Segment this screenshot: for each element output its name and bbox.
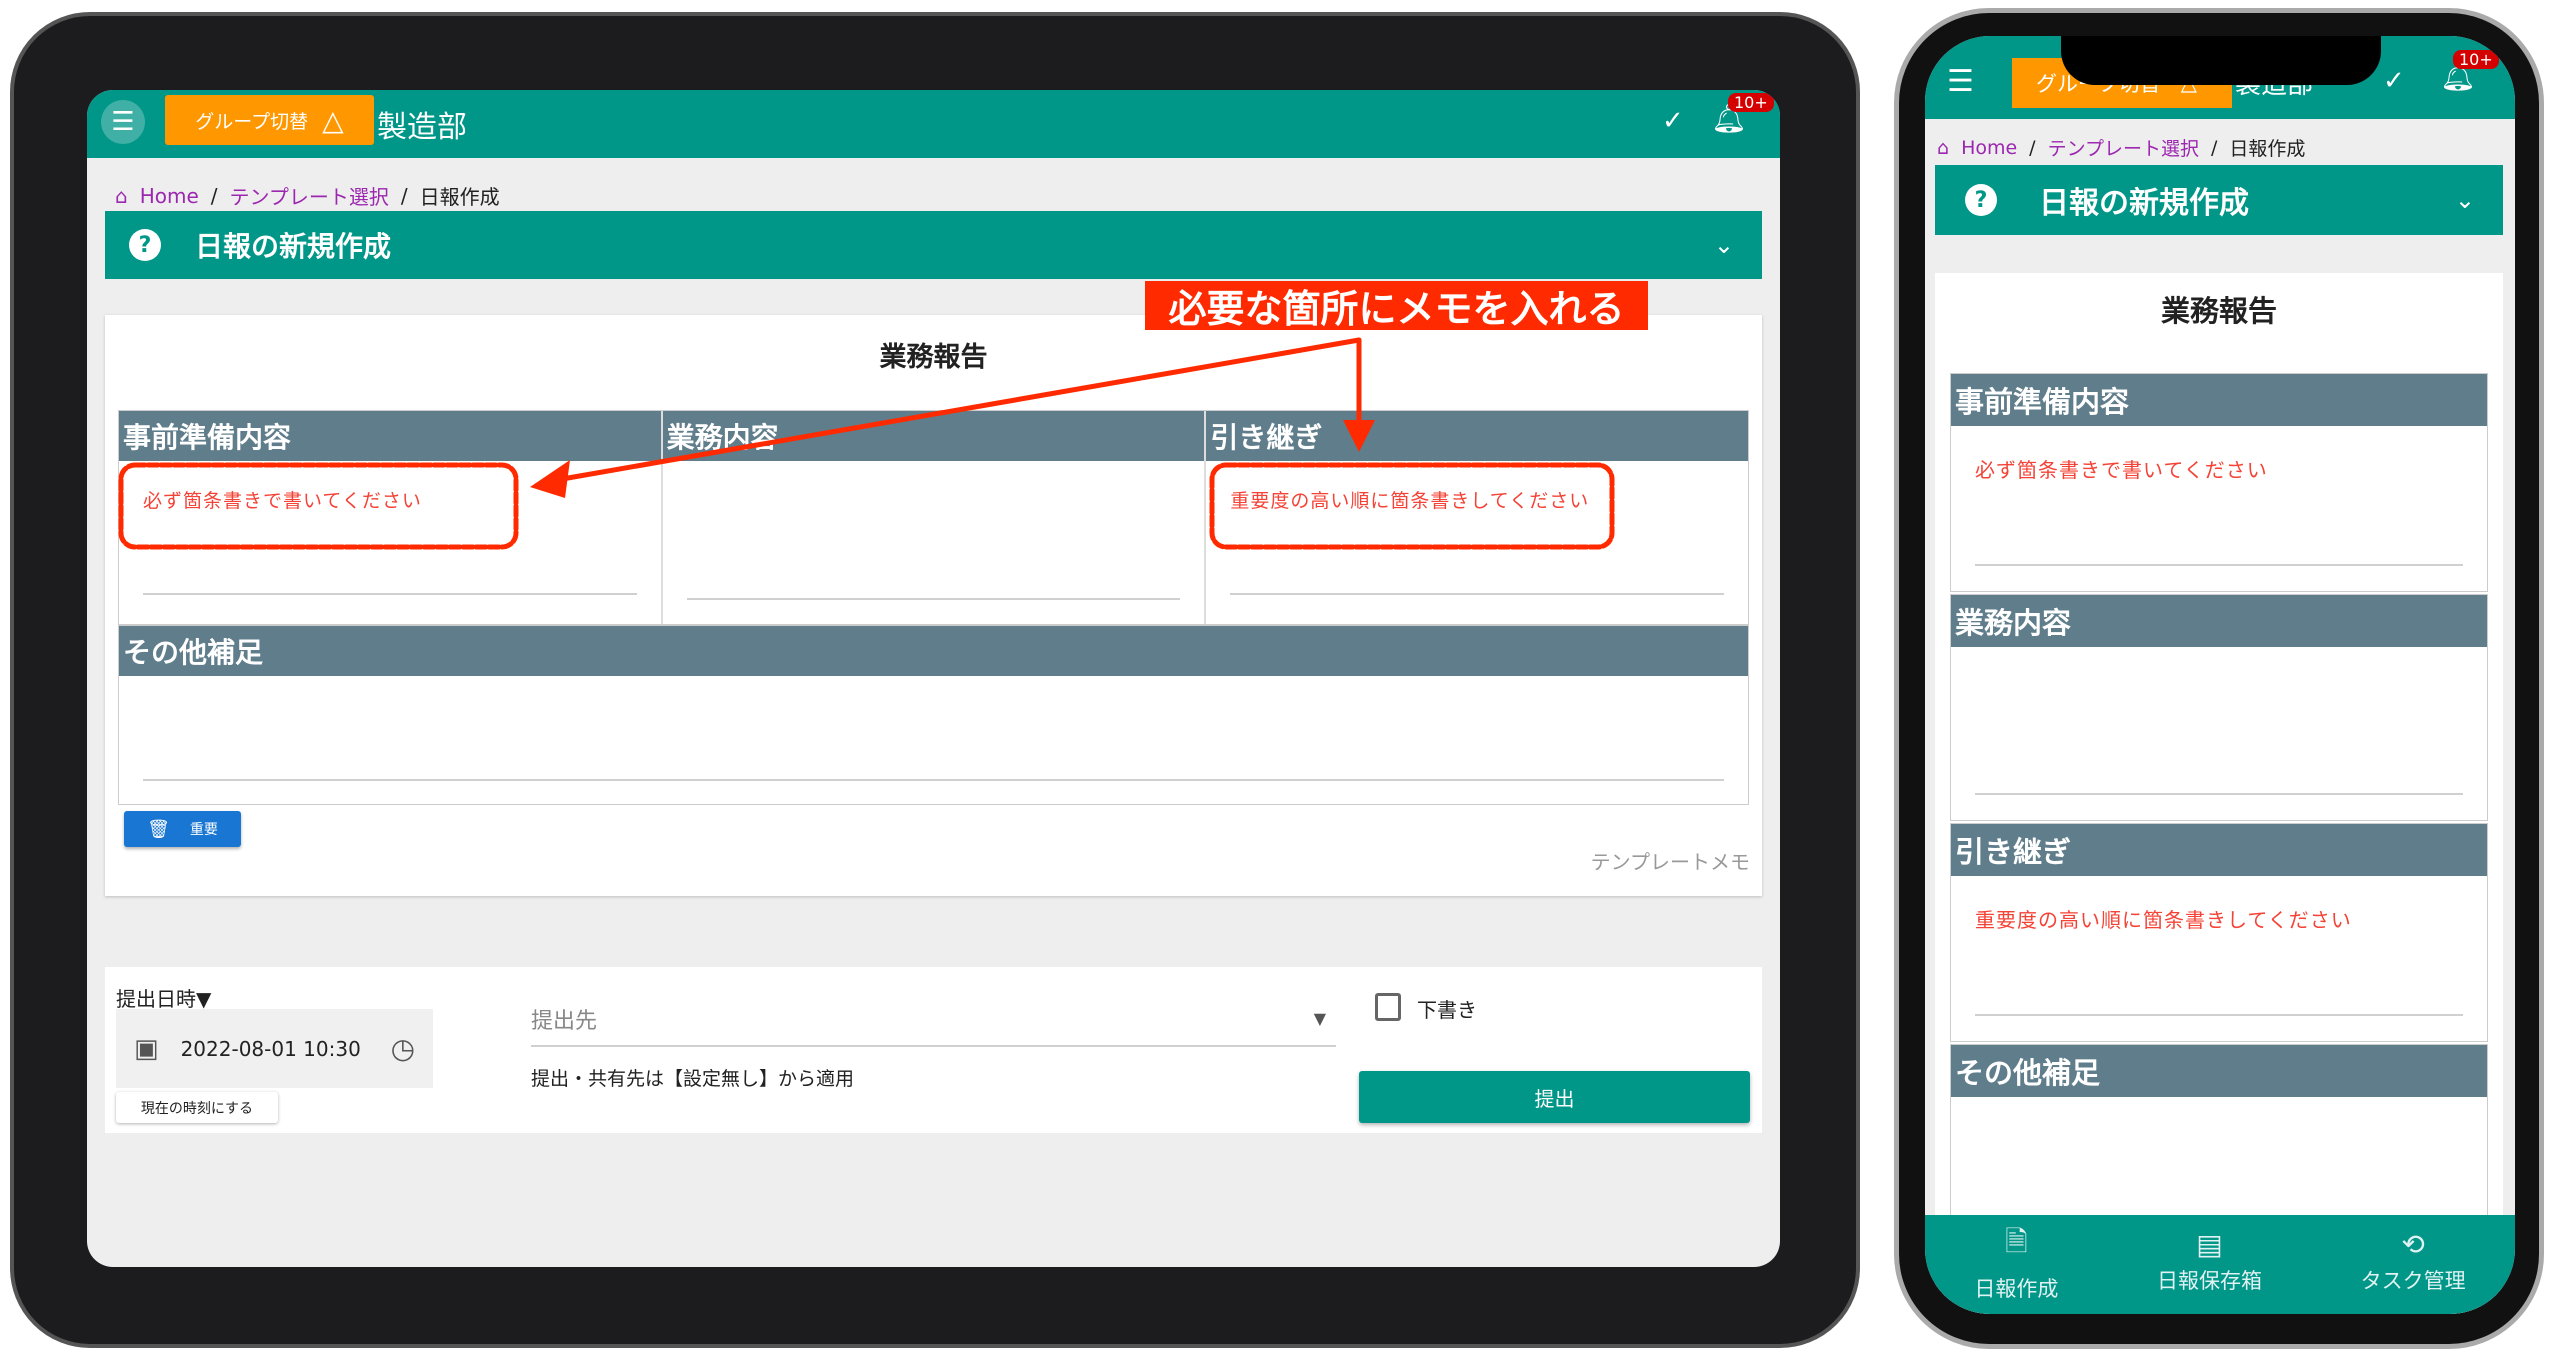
annotation-highlight-right (1209, 462, 1615, 550)
nav-daily-report-create[interactable]: 🗎 日報作成 (1974, 1221, 2058, 1303)
task-refresh-icon: ⟲ (2401, 1228, 2425, 1261)
section-header: 業務内容 (1951, 595, 2487, 647)
annotation-overlay (118, 337, 1615, 550)
nav-label: 日報作成 (1974, 1276, 2059, 1301)
archive-icon: ▤ (2196, 1228, 2223, 1261)
annotation-highlight-left (118, 462, 519, 550)
datetime-value: 2022-08-01 10:30 (180, 1036, 361, 1061)
page-title: 日報の新規作成 (2039, 186, 2249, 221)
section-prep[interactable]: 事前準備内容 必ず箇条書きで書いてください (1950, 373, 2488, 592)
nav-task-management[interactable]: ⟲ タスク管理 (2361, 1228, 2466, 1295)
section-header: その他補足 (1951, 1045, 2487, 1097)
bottom-nav: 🗎 日報作成 ▤ 日報保存箱 ⟲ タスク管理 (1925, 1215, 2515, 1314)
datetime-field[interactable]: ▣ 2022-08-01 10:30 ◷ (116, 1009, 433, 1088)
arrowhead-down (1343, 420, 1375, 452)
breadcrumb: ⌂ Home / テンプレート選択 / 日報作成 (1937, 134, 2305, 161)
breadcrumb-home[interactable]: Home (1961, 137, 2017, 159)
nav-daily-report-archive[interactable]: ▤ 日報保存箱 (2157, 1228, 2262, 1295)
breadcrumb-template[interactable]: テンプレート選択 (2048, 134, 2199, 161)
phone-screen: ☰ グループ切替 △ 製造部 ✓ 🔔︎ 10+ ⌂ Home / テンプレート選… (1925, 36, 2515, 1314)
annotation-label: 必要な箇所にメモを入れる (1145, 281, 1648, 331)
destination-placeholder: 提出先 (531, 1009, 598, 1034)
text-underline (1975, 564, 2463, 566)
chevron-down-icon[interactable]: ⌄ (2455, 186, 2475, 214)
hamburger-icon[interactable]: ☰ (1947, 64, 1974, 99)
phone-notch (2061, 36, 2381, 85)
file-plus-icon: 🗎 (2005, 1224, 2028, 1258)
section-work[interactable]: 業務内容 (1950, 594, 2488, 821)
dropdown-arrow-icon: ▼ (1313, 1009, 1326, 1028)
text-underline (1975, 793, 2463, 795)
section-header: 引き継ぎ (1951, 824, 2487, 876)
text-underline (1975, 1014, 2463, 1016)
annotation-arrow-left (542, 337, 1362, 485)
section-header: 事前準備内容 (1951, 374, 2487, 426)
arrowhead-left (530, 460, 570, 498)
calendar-icon[interactable]: ▣ (134, 1034, 159, 1064)
clock-icon[interactable]: ◷ (391, 1032, 415, 1065)
report-card: 業務報告 事前準備内容 必ず箇条書きで書いてください 業務内容 引き継ぎ 重要度… (1935, 273, 2503, 1314)
page-title-bar[interactable]: ? 日報の新規作成 ⌄ (1935, 165, 2503, 235)
report-title: 業務報告 (2160, 294, 2277, 328)
breadcrumb-separator: / (2211, 136, 2218, 159)
now-button[interactable]: 現在の時刻にする (116, 1092, 278, 1123)
section-handover[interactable]: 引き継ぎ 重要度の高い順に箇条書きしてください (1950, 823, 2488, 1042)
section-placeholder: 重要度の高い順に箇条書きしてください (1975, 908, 2352, 932)
destination-note: 提出・共有先は【設定無し】から適用 (531, 1068, 855, 1090)
nav-label: タスク管理 (2360, 1269, 2466, 1293)
home-icon[interactable]: ⌂ (1937, 137, 1949, 159)
help-circle-icon[interactable]: ? (1965, 184, 1997, 216)
nav-label: 日報保存箱 (2156, 1269, 2262, 1293)
check-icon[interactable]: ✓ (2383, 66, 2405, 96)
section-placeholder: 必ず箇条書きで書いてください (1975, 458, 2268, 482)
breadcrumb-current: 日報作成 (2229, 138, 2306, 160)
notification-badge: 10+ (2453, 50, 2499, 69)
breadcrumb-separator: / (2029, 136, 2036, 159)
submit-button[interactable]: 提出 (1359, 1071, 1750, 1123)
